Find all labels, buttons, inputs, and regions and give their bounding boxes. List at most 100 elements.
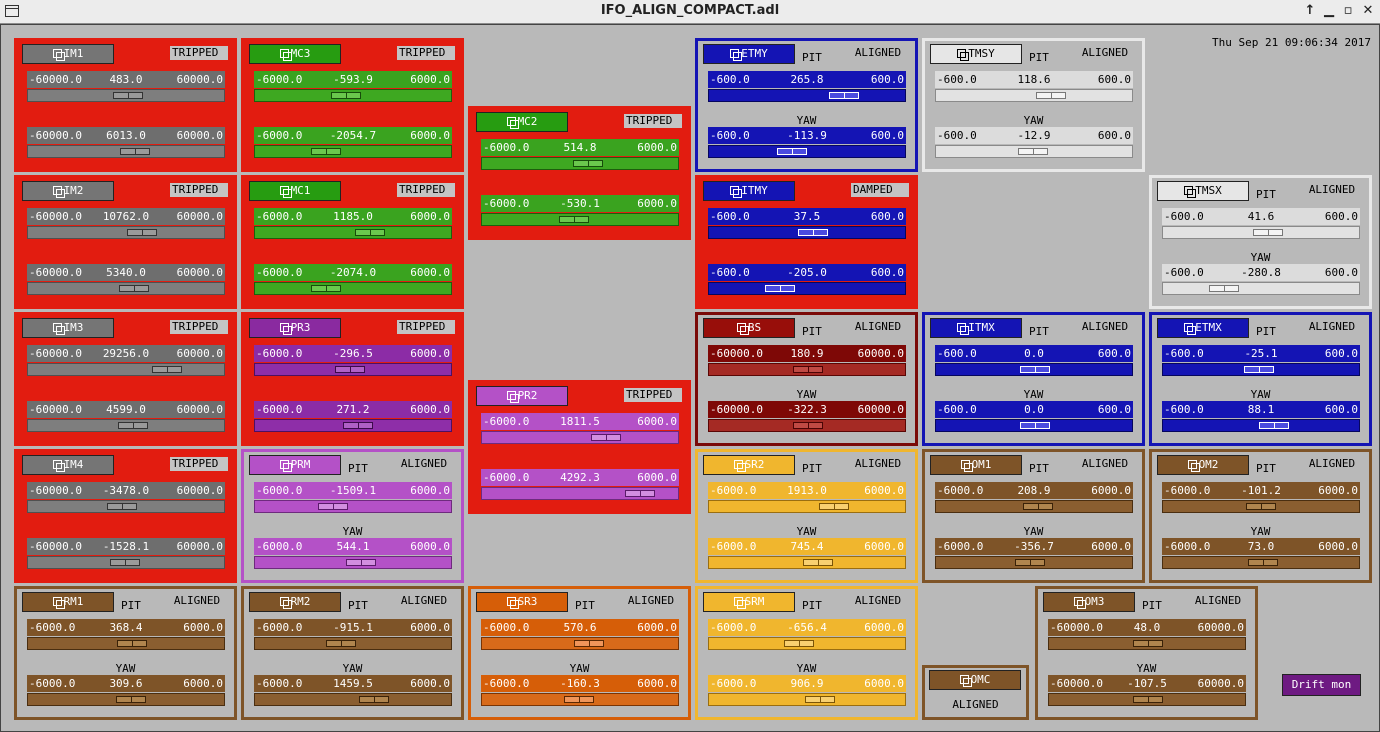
slider-thumb[interactable]: [355, 229, 385, 236]
slider-thumb[interactable]: [335, 366, 365, 373]
slider-thumb[interactable]: [765, 285, 795, 292]
tmsy-related-display-button[interactable]: TMSY: [930, 44, 1022, 64]
slider-thumb[interactable]: [1246, 503, 1276, 510]
slider-thumb[interactable]: [118, 422, 148, 429]
slider-thumb[interactable]: [1018, 148, 1048, 155]
slider-thumb[interactable]: [119, 285, 149, 292]
slider-thumb[interactable]: [574, 640, 604, 647]
slider-thumb[interactable]: [326, 640, 356, 647]
slider-thumb[interactable]: [1023, 503, 1053, 510]
slider-thumb[interactable]: [573, 160, 603, 167]
slider-thumb[interactable]: [1248, 559, 1278, 566]
drift-mon-button[interactable]: Drift mon: [1282, 674, 1361, 696]
raise-window-icon[interactable]: ↑: [1301, 2, 1319, 20]
slider-thumb[interactable]: [152, 366, 182, 373]
slider-track[interactable]: [1162, 363, 1360, 376]
minimize-icon[interactable]: ▁: [1320, 2, 1338, 20]
slider-track[interactable]: [935, 145, 1133, 158]
slider-track[interactable]: [27, 226, 225, 239]
slider-track[interactable]: [708, 145, 906, 158]
slider-thumb[interactable]: [117, 640, 147, 647]
slider-track[interactable]: [481, 693, 679, 706]
slider-track[interactable]: [481, 487, 679, 500]
itmy-related-display-button[interactable]: ITMY: [703, 181, 795, 201]
slider-thumb[interactable]: [120, 148, 150, 155]
slider-thumb[interactable]: [1036, 92, 1066, 99]
slider-track[interactable]: [708, 556, 906, 569]
slider-track[interactable]: [481, 157, 679, 170]
slider-track[interactable]: [254, 226, 452, 239]
sr3-related-display-button[interactable]: SR3: [476, 592, 568, 612]
slider-thumb[interactable]: [1133, 640, 1163, 647]
slider-thumb[interactable]: [559, 216, 589, 223]
slider-track[interactable]: [708, 419, 906, 432]
pr3-related-display-button[interactable]: PR3: [249, 318, 341, 338]
slider-track[interactable]: [1162, 556, 1360, 569]
slider-thumb[interactable]: [805, 696, 835, 703]
slider-track[interactable]: [1162, 282, 1360, 295]
slider-track[interactable]: [254, 89, 452, 102]
slider-thumb[interactable]: [1133, 696, 1163, 703]
slider-track[interactable]: [254, 145, 452, 158]
itmx-related-display-button[interactable]: ITMX: [930, 318, 1022, 338]
slider-track[interactable]: [27, 145, 225, 158]
slider-thumb[interactable]: [110, 559, 140, 566]
etmx-related-display-button[interactable]: ETMX: [1157, 318, 1249, 338]
slider-track[interactable]: [935, 500, 1133, 513]
slider-track[interactable]: [27, 693, 225, 706]
slider-thumb[interactable]: [1020, 422, 1050, 429]
slider-thumb[interactable]: [564, 696, 594, 703]
slider-track[interactable]: [1162, 419, 1360, 432]
slider-thumb[interactable]: [829, 92, 859, 99]
slider-track[interactable]: [254, 637, 452, 650]
close-icon[interactable]: ✕: [1359, 2, 1377, 20]
slider-track[interactable]: [481, 637, 679, 650]
slider-track[interactable]: [481, 213, 679, 226]
slider-track[interactable]: [254, 556, 452, 569]
slider-thumb[interactable]: [311, 285, 341, 292]
slider-thumb[interactable]: [819, 503, 849, 510]
slider-thumb[interactable]: [784, 640, 814, 647]
slider-thumb[interactable]: [346, 559, 376, 566]
slider-track[interactable]: [708, 226, 906, 239]
slider-track[interactable]: [27, 363, 225, 376]
slider-track[interactable]: [708, 693, 906, 706]
slider-track[interactable]: [27, 419, 225, 432]
slider-track[interactable]: [708, 500, 906, 513]
slider-track[interactable]: [254, 363, 452, 376]
sr2-related-display-button[interactable]: SR2: [703, 455, 795, 475]
slider-track[interactable]: [27, 282, 225, 295]
prm-related-display-button[interactable]: PRM: [249, 455, 341, 475]
om1-related-display-button[interactable]: OM1: [930, 455, 1022, 475]
slider-thumb[interactable]: [793, 422, 823, 429]
slider-thumb[interactable]: [1015, 559, 1045, 566]
slider-track[interactable]: [481, 431, 679, 444]
srm-related-display-button[interactable]: SRM: [703, 592, 795, 612]
slider-track[interactable]: [1048, 693, 1246, 706]
om2-related-display-button[interactable]: OM2: [1157, 455, 1249, 475]
omc-related-display-button[interactable]: OMC: [929, 670, 1021, 690]
slider-thumb[interactable]: [803, 559, 833, 566]
etmy-related-display-button[interactable]: ETMY: [703, 44, 795, 64]
slider-track[interactable]: [254, 500, 452, 513]
slider-thumb[interactable]: [359, 696, 389, 703]
slider-thumb[interactable]: [318, 503, 348, 510]
slider-thumb[interactable]: [1259, 422, 1289, 429]
mc2-related-display-button[interactable]: MC2: [476, 112, 568, 132]
slider-track[interactable]: [935, 419, 1133, 432]
slider-thumb[interactable]: [331, 92, 361, 99]
im3-related-display-button[interactable]: IM3: [22, 318, 114, 338]
title-bar[interactable]: IFO_ALIGN_COMPACT.adl ↑ ▁ ▫ ✕: [0, 0, 1380, 24]
slider-track[interactable]: [1048, 637, 1246, 650]
slider-track[interactable]: [708, 363, 906, 376]
slider-thumb[interactable]: [1253, 229, 1283, 236]
slider-track[interactable]: [708, 282, 906, 295]
slider-track[interactable]: [935, 89, 1133, 102]
tmsx-related-display-button[interactable]: TMSX: [1157, 181, 1249, 201]
im2-related-display-button[interactable]: IM2: [22, 181, 114, 201]
slider-track[interactable]: [935, 556, 1133, 569]
slider-thumb[interactable]: [311, 148, 341, 155]
mc3-related-display-button[interactable]: MC3: [249, 44, 341, 64]
slider-thumb[interactable]: [127, 229, 157, 236]
bs-related-display-button[interactable]: BS: [703, 318, 795, 338]
